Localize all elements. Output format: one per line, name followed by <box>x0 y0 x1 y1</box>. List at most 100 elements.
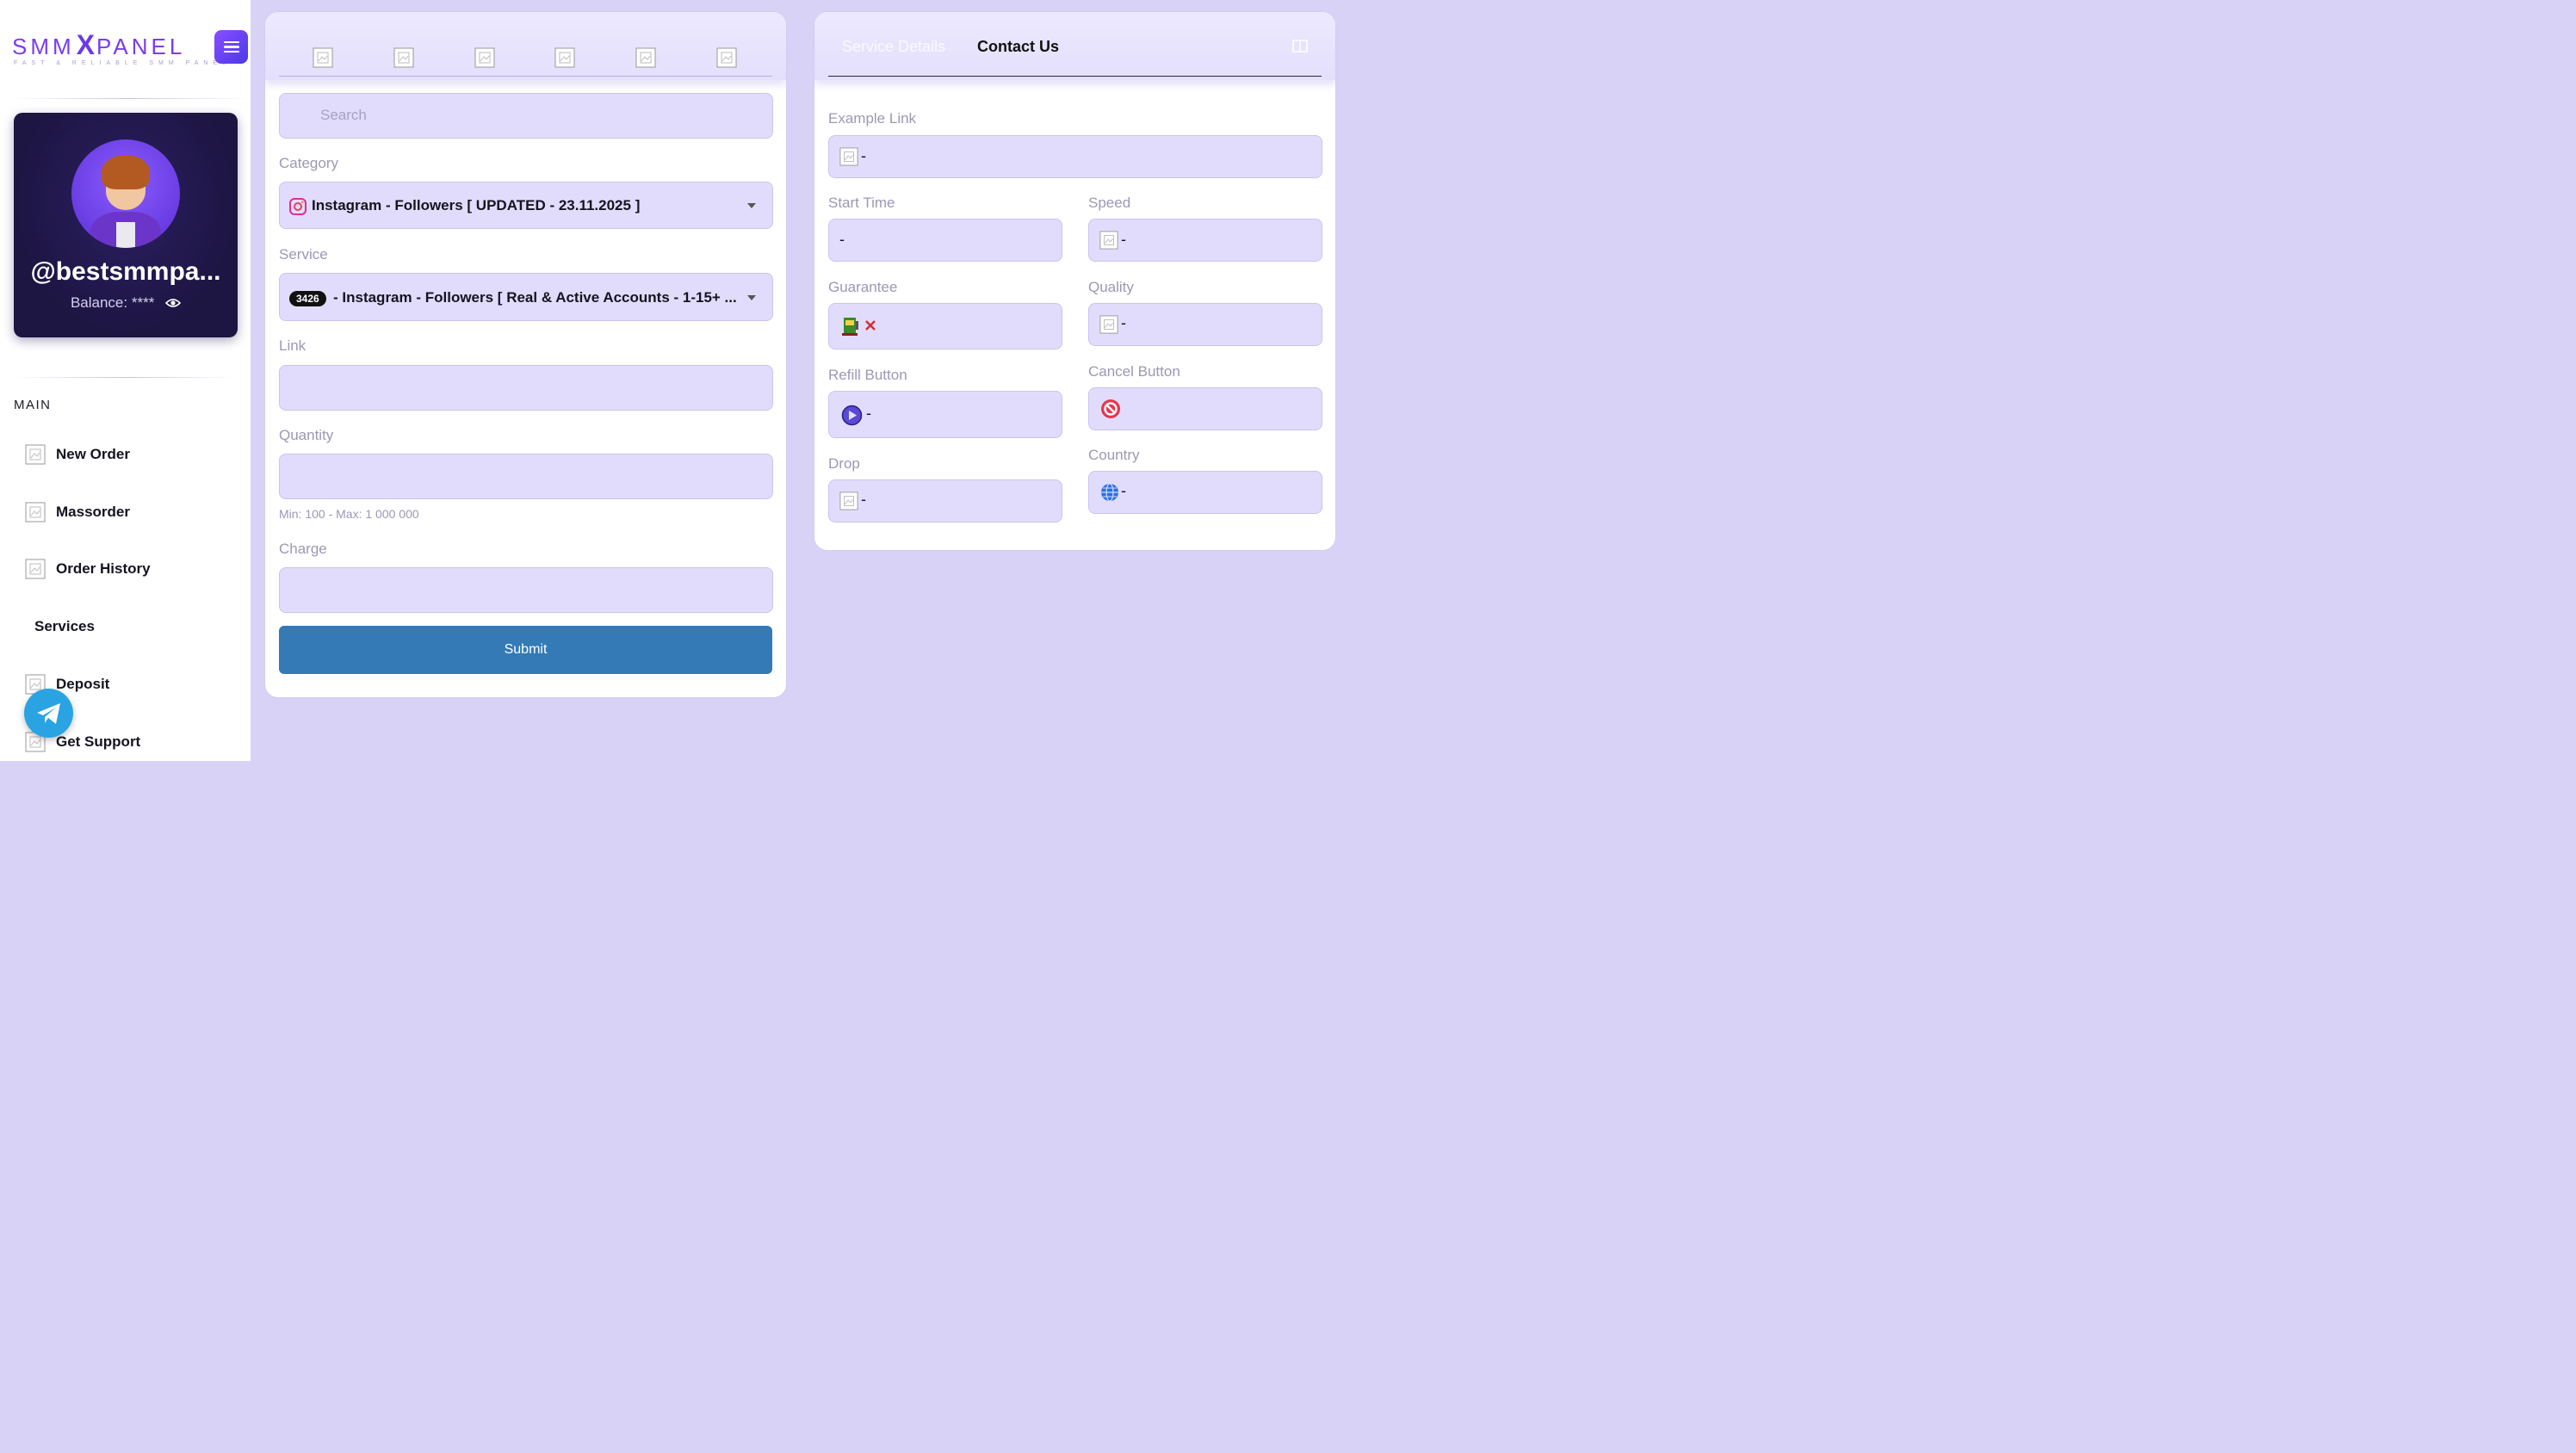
submit-button[interactable]: Submit <box>279 626 772 674</box>
sidebar-item-services[interactable]: Services <box>34 615 95 638</box>
quality-label: Quality <box>1088 279 1134 295</box>
tab-image-placeholder-icon[interactable] <box>554 47 575 68</box>
prohibited-icon <box>1101 399 1120 418</box>
guarantee-label: Guarantee <box>828 279 898 295</box>
drop-value: - <box>861 491 866 508</box>
sidebar-item-label: Get Support <box>56 733 141 750</box>
start-time-field: - <box>828 219 1062 262</box>
refill-value: - <box>866 405 871 422</box>
avatar[interactable] <box>71 139 180 248</box>
service-select[interactable]: 3426 - Instagram - Followers [ Real & Ac… <box>279 273 773 321</box>
profile-card: @bestsmmpa... Balance: **** <box>14 113 238 337</box>
refill-field: - <box>828 391 1062 438</box>
cross-icon <box>865 320 876 331</box>
sidebar-item-label: Order History <box>56 560 151 577</box>
balance-label: Balance: <box>70 294 128 311</box>
image-placeholder-icon <box>25 502 46 522</box>
category-select[interactable]: Instagram - Followers [ UPDATED - 23.11.… <box>279 182 773 229</box>
brand-name-right: PANEL <box>96 34 186 59</box>
search-input[interactable]: Search <box>279 93 773 139</box>
image-placeholder-icon <box>25 559 46 579</box>
link-input[interactable] <box>279 365 773 411</box>
tab-service-details[interactable]: Service Details <box>842 38 945 56</box>
divider <box>14 377 238 378</box>
details-tabs-header: Service Details Contact Us <box>814 12 1335 80</box>
chevron-down-icon <box>747 203 756 208</box>
tab-image-placeholder-icon[interactable] <box>474 47 495 68</box>
speed-field: - <box>1088 219 1322 262</box>
service-label: Service <box>279 246 328 263</box>
hamburger-icon <box>223 40 239 44</box>
balance-value: **** <box>131 294 155 311</box>
country-label: Country <box>1088 447 1140 463</box>
tab-image-placeholder-icon[interactable] <box>313 47 333 68</box>
category-label: Category <box>279 155 338 171</box>
profile-balance: Balance: **** <box>14 294 238 312</box>
chevron-down-icon <box>747 295 756 300</box>
order-tabs-header <box>265 12 786 80</box>
image-placeholder-icon <box>839 492 858 510</box>
menu-toggle-button[interactable] <box>214 30 248 64</box>
cancel-field <box>1088 387 1322 430</box>
sidebar-item-massorder[interactable]: Massorder <box>25 501 130 523</box>
sidebar-item-label: New Order <box>56 446 130 462</box>
speed-value: - <box>1121 231 1126 248</box>
quantity-input[interactable] <box>279 454 773 499</box>
refill-label: Refill Button <box>828 367 907 383</box>
tab-image-placeholder-icon[interactable] <box>635 47 656 68</box>
tab-image-placeholder-icon[interactable] <box>393 47 414 68</box>
play-icon <box>841 405 863 426</box>
tab-contact-us[interactable]: Contact Us <box>977 38 1059 56</box>
service-id-badge: 3426 <box>289 291 326 306</box>
eye-icon[interactable] <box>164 295 182 312</box>
category-value: Instagram - Followers [ UPDATED - 23.11.… <box>312 197 641 213</box>
layout-columns-icon[interactable] <box>1292 40 1308 53</box>
start-time-value: - <box>839 231 845 248</box>
new-order-card: Search Category Instagram - Followers [ … <box>264 11 787 698</box>
drop-field: - <box>828 479 1062 522</box>
cancel-label: Cancel Button <box>1088 363 1180 380</box>
start-time-label: Start Time <box>828 195 895 211</box>
profile-username: @bestsmmpa... <box>30 257 221 286</box>
sidebar-item-label: Services <box>34 618 95 634</box>
telegram-button[interactable] <box>24 689 73 738</box>
globe-icon <box>1101 483 1118 502</box>
image-placeholder-icon <box>839 147 858 166</box>
sidebar-item-new-order[interactable]: New Order <box>25 443 130 466</box>
divider <box>9 98 250 99</box>
link-label: Link <box>279 337 307 354</box>
image-placeholder-icon <box>25 444 46 465</box>
instagram-icon <box>289 198 307 215</box>
drop-label: Drop <box>828 455 860 472</box>
country-value: - <box>1121 482 1126 499</box>
speed-label: Speed <box>1088 195 1131 211</box>
example-link-label: Example Link <box>828 110 917 127</box>
search-placeholder: Search <box>320 107 367 123</box>
example-link-value: - <box>861 147 866 164</box>
charge-label: Charge <box>279 541 327 557</box>
tab-image-placeholder-icon[interactable] <box>716 47 737 68</box>
refill-station-icon <box>842 318 858 336</box>
image-placeholder-icon <box>1099 231 1118 250</box>
brand-x-mark: X <box>76 29 96 60</box>
brand-logo[interactable]: SMMXPANEL FAST & RELIABLE SMM PANEL <box>12 29 226 71</box>
sidebar-item-label: Deposit <box>56 676 110 692</box>
brand-name-left: SMM <box>12 34 75 59</box>
quantity-label: Quantity <box>279 427 334 443</box>
service-details-card: Service Details Contact Us Example Link … <box>814 11 1336 551</box>
charge-field <box>279 567 773 613</box>
guarantee-field <box>828 303 1062 349</box>
telegram-icon <box>36 702 60 724</box>
sidebar: SMMXPANEL FAST & RELIABLE SMM PANEL @bes… <box>0 0 251 761</box>
sidebar-item-order-history[interactable]: Order History <box>25 558 151 580</box>
quantity-hint: Min: 100 - Max: 1 000 000 <box>279 507 419 521</box>
image-placeholder-icon <box>1099 315 1118 334</box>
nav-section-label: MAIN <box>14 398 52 412</box>
country-field: - <box>1088 471 1322 514</box>
quality-field: - <box>1088 303 1322 346</box>
sidebar-item-label: Massorder <box>56 504 130 520</box>
brand-tagline: FAST & RELIABLE SMM PANEL <box>14 60 232 66</box>
service-value: - Instagram - Followers [ Real & Active … <box>333 289 737 306</box>
example-link-field: - <box>828 135 1322 178</box>
quality-value: - <box>1121 314 1126 331</box>
